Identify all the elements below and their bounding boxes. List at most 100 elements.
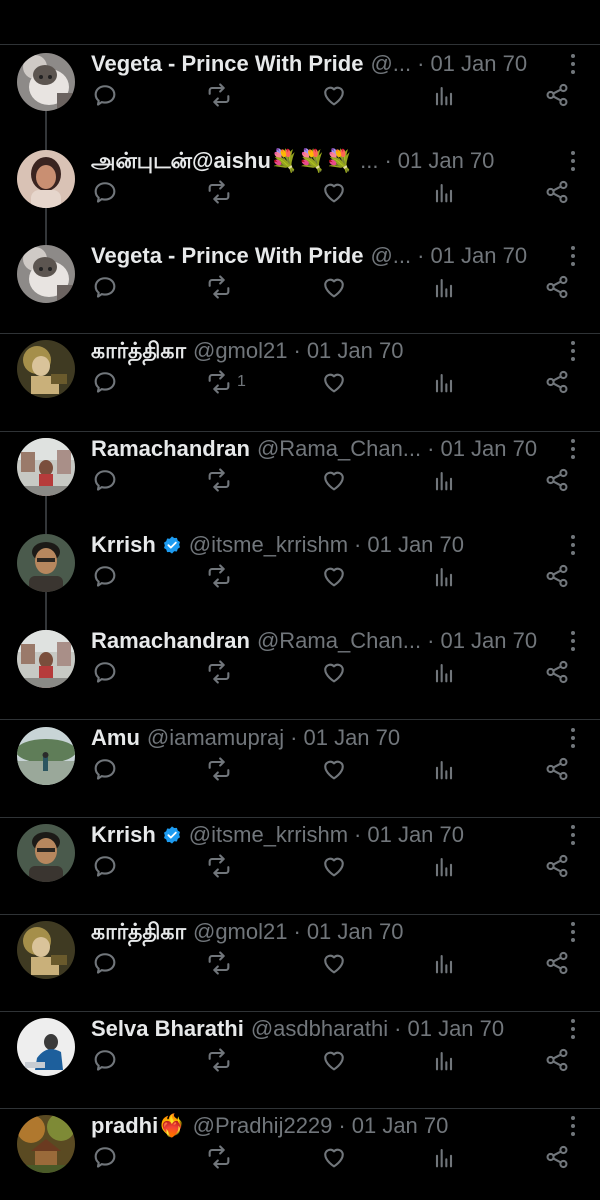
tweet[interactable]: pradhi❤️‍🔥 @Pradhij2229 · 01 Jan 70 (0, 1100, 600, 1197)
painting-avatar[interactable] (17, 340, 75, 398)
tweet-date[interactable]: 01 Jan 70 (407, 1016, 504, 1041)
share-button[interactable] (543, 754, 571, 784)
tweet[interactable]: கார்த்திகா @gmol21 · 01 Jan 70 (0, 906, 600, 1003)
share-button[interactable] (543, 80, 571, 110)
repost-button[interactable] (205, 657, 233, 687)
repost-button[interactable] (205, 561, 233, 591)
views-button[interactable] (430, 80, 458, 110)
author-name[interactable]: Ramachandran (91, 628, 250, 653)
views-button[interactable] (430, 272, 458, 302)
author-name[interactable]: கார்த்திகா (91, 338, 186, 363)
author-handle[interactable]: @itsme_krrishm (189, 822, 348, 847)
street-photo-avatar[interactable] (17, 438, 75, 496)
repost-button[interactable] (205, 80, 233, 110)
like-button[interactable] (320, 948, 348, 978)
views-button[interactable] (430, 1045, 458, 1075)
share-button[interactable] (543, 272, 571, 302)
more-options-icon[interactable] (570, 726, 576, 750)
tweet[interactable]: Vegeta - Prince With Pride @... · 01 Jan 70 (0, 38, 600, 135)
share-button[interactable] (543, 177, 571, 207)
author-handle[interactable]: @Rama_Chan... (257, 436, 421, 461)
like-button[interactable] (320, 272, 348, 302)
like-button[interactable] (320, 1045, 348, 1075)
like-button[interactable] (320, 657, 348, 687)
tweet-date[interactable]: 01 Jan 70 (367, 822, 464, 847)
views-button[interactable] (430, 177, 458, 207)
author-name[interactable]: Selva Bharathi (91, 1016, 244, 1041)
author-handle[interactable]: @gmol21 (193, 919, 288, 944)
repost-button[interactable] (205, 948, 233, 978)
repost-button[interactable] (205, 754, 233, 784)
author-name[interactable]: Amu (91, 725, 140, 750)
tweet-date[interactable]: 01 Jan 70 (303, 725, 400, 750)
author-name[interactable]: Vegeta - Prince With Pride (91, 243, 363, 268)
reply-button[interactable] (91, 657, 119, 687)
tweet[interactable]: Krrish @itsme_krrishm · 01 Jan 70 (0, 809, 600, 906)
more-options-icon[interactable] (570, 1114, 576, 1138)
like-button[interactable] (320, 367, 348, 397)
repost-button[interactable] (205, 851, 233, 881)
more-options-icon[interactable] (570, 533, 576, 557)
reply-button[interactable] (91, 1045, 119, 1075)
man-portrait-avatar[interactable] (17, 534, 75, 592)
tweet-date[interactable]: 01 Jan 70 (307, 338, 404, 363)
tweet-date[interactable]: 01 Jan 70 (398, 148, 495, 173)
author-name[interactable]: அன்புடன்@aishu💐💐💐 (91, 148, 353, 173)
author-name[interactable]: Ramachandran (91, 436, 250, 461)
tweet-date[interactable]: 01 Jan 70 (352, 1113, 449, 1138)
author-handle[interactable]: @Rama_Chan... (257, 628, 421, 653)
repost-button[interactable]: 1 (205, 367, 246, 397)
views-button[interactable] (430, 367, 458, 397)
repost-button[interactable] (205, 465, 233, 495)
like-button[interactable] (320, 754, 348, 784)
tweet-date[interactable]: 01 Jan 70 (430, 51, 527, 76)
author-name[interactable]: Krrish (91, 532, 156, 557)
reply-button[interactable] (91, 177, 119, 207)
tweet-date[interactable]: 01 Jan 70 (440, 436, 537, 461)
artwork-avatar[interactable] (17, 1018, 75, 1076)
author-handle[interactable]: @gmol21 (193, 338, 288, 363)
woman-photo-avatar[interactable] (17, 150, 75, 208)
author-name[interactable]: pradhi (91, 1113, 158, 1138)
author-handle[interactable]: @asdbharathi (251, 1016, 388, 1041)
views-button[interactable] (430, 561, 458, 591)
man-portrait-avatar[interactable] (17, 824, 75, 882)
share-button[interactable] (543, 657, 571, 687)
views-button[interactable] (430, 1142, 458, 1172)
tweet[interactable]: Krrish @itsme_krrishm · 01 Jan 70 (0, 519, 600, 616)
reply-button[interactable] (91, 561, 119, 591)
more-options-icon[interactable] (570, 52, 576, 76)
reply-button[interactable] (91, 851, 119, 881)
like-button[interactable] (320, 1142, 348, 1172)
landscape-avatar[interactable] (17, 727, 75, 785)
tweet[interactable]: Ramachandran @Rama_Chan... · 01 Jan 70 (0, 423, 600, 520)
like-button[interactable] (320, 561, 348, 591)
author-handle[interactable]: @iamamupraj (147, 725, 284, 750)
author-name[interactable]: கார்த்திகா (91, 919, 186, 944)
share-button[interactable] (543, 367, 571, 397)
reply-button[interactable] (91, 80, 119, 110)
tweet[interactable]: Amu @iamamupraj · 01 Jan 70 (0, 712, 600, 809)
like-button[interactable] (320, 851, 348, 881)
reply-button[interactable] (91, 367, 119, 397)
views-button[interactable] (430, 851, 458, 881)
author-handle[interactable]: @... (370, 243, 411, 268)
views-button[interactable] (430, 948, 458, 978)
like-button[interactable] (320, 465, 348, 495)
reply-button[interactable] (91, 754, 119, 784)
share-button[interactable] (543, 948, 571, 978)
tweet[interactable]: Ramachandran @Rama_Chan... · 01 Jan 70 (0, 615, 600, 712)
author-handle[interactable]: @Pradhij2229 (193, 1113, 333, 1138)
painting-avatar[interactable] (17, 921, 75, 979)
author-handle[interactable]: @... (370, 51, 411, 76)
like-button[interactable] (320, 80, 348, 110)
tweet[interactable]: Selva Bharathi @asdbharathi · 01 Jan 70 (0, 1003, 600, 1100)
author-handle[interactable]: ... (360, 148, 378, 173)
repost-button[interactable] (205, 272, 233, 302)
tweet[interactable]: Vegeta - Prince With Pride @... · 01 Jan 70 (0, 230, 600, 327)
reply-button[interactable] (91, 1142, 119, 1172)
share-button[interactable] (543, 465, 571, 495)
views-button[interactable] (430, 465, 458, 495)
like-button[interactable] (320, 177, 348, 207)
author-name[interactable]: Vegeta - Prince With Pride (91, 51, 363, 76)
